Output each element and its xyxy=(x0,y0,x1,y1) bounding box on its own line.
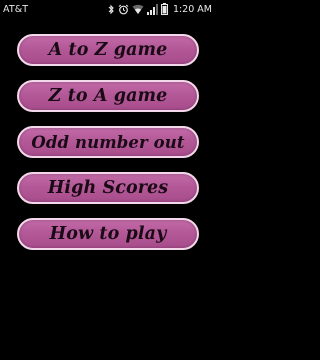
carrier-name: AT&T xyxy=(3,3,29,15)
clock: 1:20 AM xyxy=(172,3,212,15)
menu-button-label: High Scores xyxy=(47,178,169,198)
status-icons: 1:20 AM xyxy=(108,3,212,15)
battery-icon xyxy=(160,3,168,15)
menu-button-label: Z to A game xyxy=(48,86,168,106)
bluetooth-icon xyxy=(108,4,115,15)
menu-button-label: How to play xyxy=(49,224,167,244)
status-bar: AT&T 1:20 AM xyxy=(0,0,216,18)
odd-number-out-button[interactable]: Odd number out xyxy=(17,126,199,158)
how-to-play-button[interactable]: How to play xyxy=(17,218,199,250)
high-scores-button[interactable]: High Scores xyxy=(17,172,199,204)
wifi-icon xyxy=(132,4,144,15)
menu-button-label: Odd number out xyxy=(31,132,185,152)
menu-button-label: A to Z game xyxy=(48,40,168,60)
alarm-icon xyxy=(118,4,129,15)
signal-icon xyxy=(146,3,158,15)
z-to-a-game-button[interactable]: Z to A game xyxy=(17,80,199,112)
a-to-z-game-button[interactable]: A to Z game xyxy=(17,34,199,66)
main-menu: A to Z game Z to A game Odd number out H… xyxy=(17,34,199,264)
